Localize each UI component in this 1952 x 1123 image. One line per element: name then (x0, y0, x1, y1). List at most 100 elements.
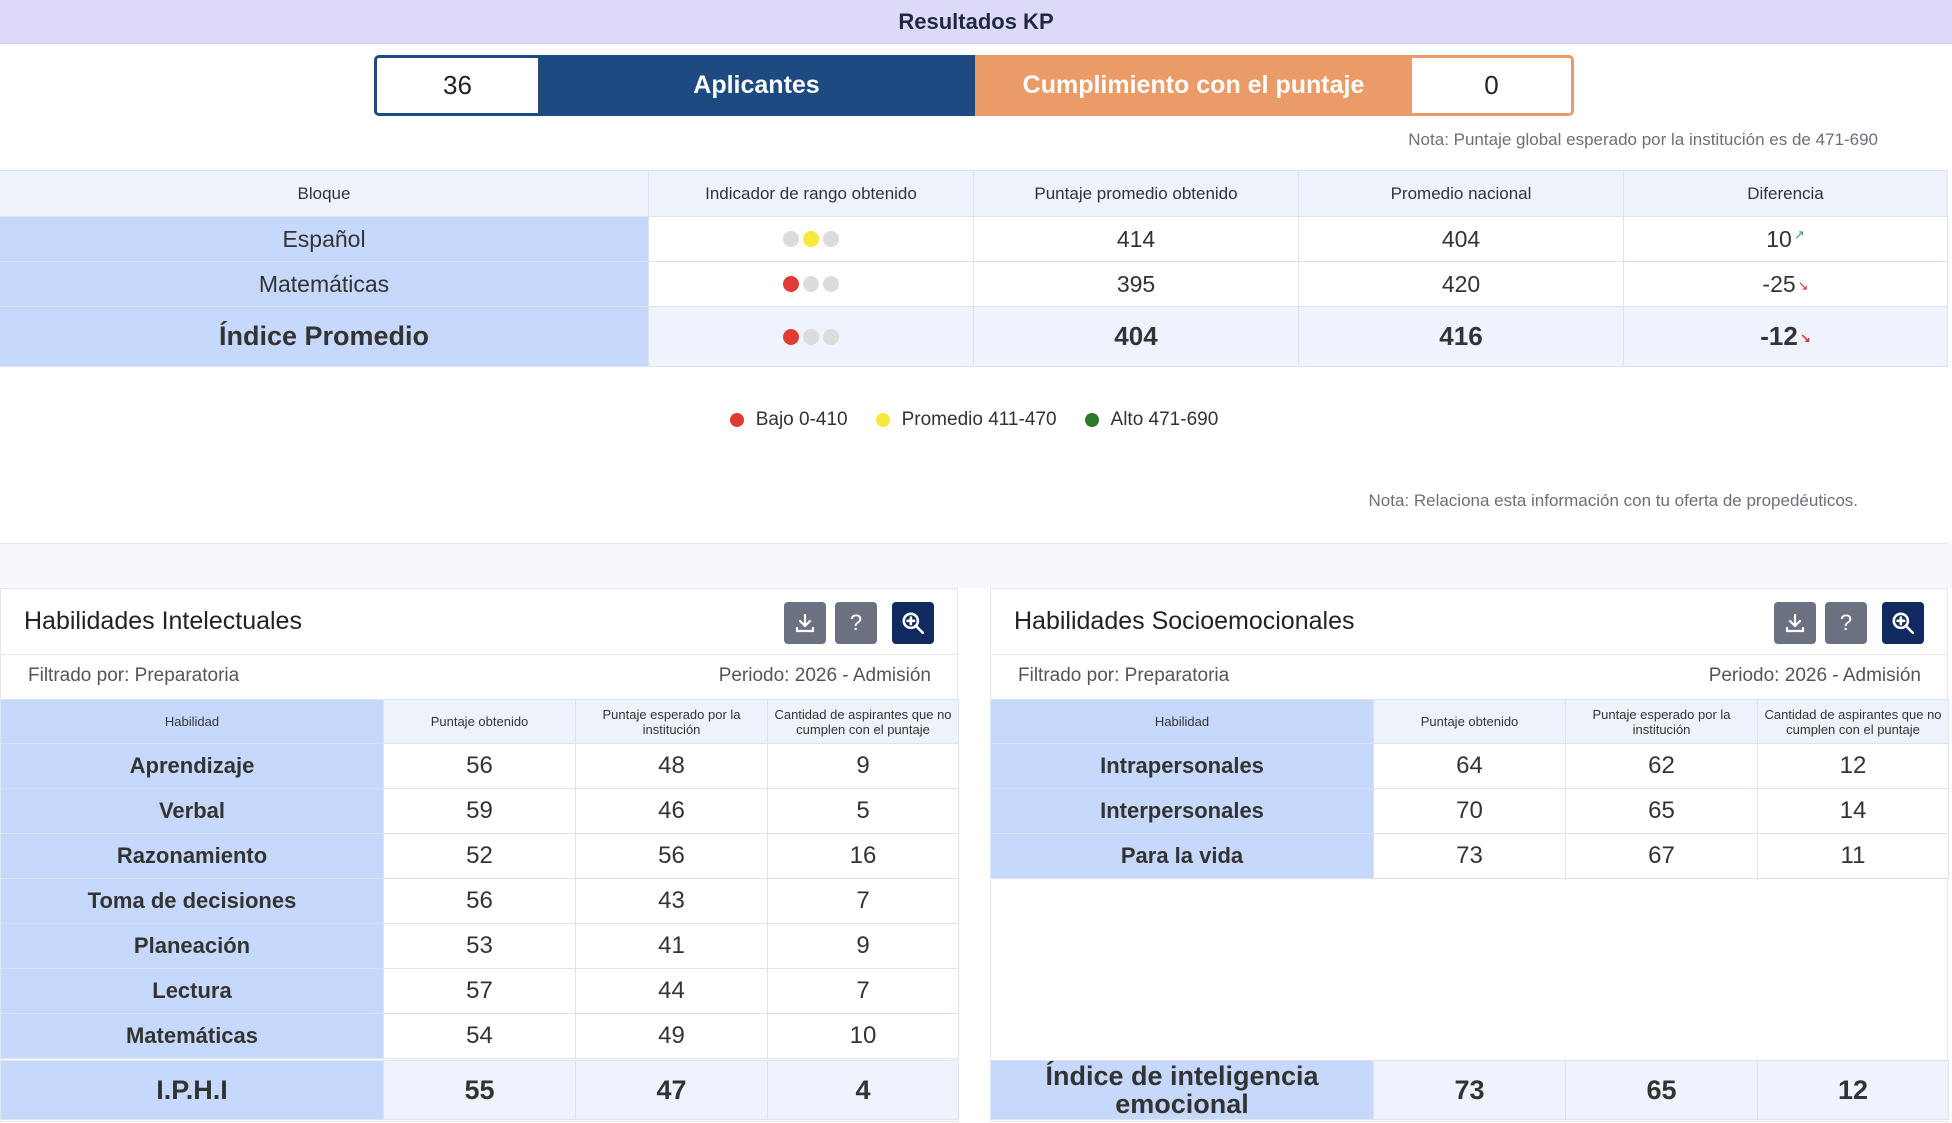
period-text: Periodo: 2026 - Admisión (719, 665, 931, 687)
zoom-button[interactable] (1882, 602, 1924, 644)
row-puntaje: 414 (974, 217, 1299, 262)
table-header: Cantidad de aspirantes que no cumplen co… (768, 699, 959, 744)
range-indicator (649, 217, 974, 262)
panel-gap (0, 544, 1952, 588)
period-value: 2026 - Admisión (1784, 665, 1921, 686)
filter-value: Preparatoria (1124, 665, 1230, 686)
compliance-count: 0 (1412, 55, 1574, 116)
download-button[interactable] (784, 602, 826, 644)
skill-value: 53 (384, 924, 576, 969)
range-indicator (649, 262, 974, 307)
yellow-dot-icon (875, 413, 890, 427)
table-header: Habilidad (1, 699, 384, 744)
skill-value: 56 (576, 834, 768, 879)
filter-text: Filtrado por: Preparatoria (1018, 665, 1229, 687)
table-header: Cantidad de aspirantes que no cumplen co… (1758, 699, 1949, 744)
skill-value: 56 (384, 744, 576, 789)
download-icon (795, 613, 815, 633)
row-puntaje: 395 (974, 262, 1299, 307)
skill-value: 57 (384, 969, 576, 1014)
row-indice-promedio: Índice Promedio (0, 307, 649, 367)
header-indicador: Indicador de rango obtenido (649, 170, 974, 217)
skill-value: 54 (384, 1014, 576, 1059)
results-table: Bloque Indicador de rango obtenido Punta… (0, 170, 1948, 367)
applicants-count: 36 (374, 55, 538, 116)
row-diferencia: -12 ↘ (1624, 307, 1948, 367)
legend-label: Alto 471-690 (1110, 409, 1219, 430)
download-icon (1785, 613, 1805, 633)
skill-value: 59 (384, 789, 576, 834)
compliance-label: Cumplimiento con el puntaje (975, 55, 1412, 116)
skill-value: 14 (1758, 789, 1949, 834)
skill-name: Intrapersonales (991, 744, 1374, 789)
skill-value: 7 (768, 879, 959, 924)
help-icon: ? (849, 610, 863, 635)
diferencia-value: 10 (1766, 225, 1792, 252)
skill-value: 70 (1374, 789, 1566, 834)
period-label: Periodo: (1708, 665, 1780, 686)
expected-score-note: Nota: Puntaje global esperado por la ins… (1408, 130, 1878, 149)
help-button[interactable]: ? (835, 602, 877, 644)
intellectual-skills-table: Habilidad Puntaje obtenido Puntaje esperad… (1, 699, 959, 1123)
applicants-label: Aplicantes (538, 55, 975, 116)
skill-name: Aprendizaje (1, 744, 384, 789)
row-diferencia: 10 ↗ (1624, 217, 1948, 262)
skill-name: Interpersonales (991, 789, 1374, 834)
row-puntaje: 404 (974, 307, 1299, 367)
skill-value: 16 (768, 834, 959, 879)
download-button[interactable] (1774, 602, 1816, 644)
summary-index-value: 73 (1374, 1060, 1566, 1120)
table-header: Habilidad (991, 699, 1374, 744)
skill-value: 62 (1566, 744, 1758, 789)
summary-bar: 36 Aplicantes Cumplimiento con el puntaj… (374, 55, 1574, 116)
zoom-button[interactable] (892, 602, 934, 644)
row-nacional: 404 (1299, 217, 1624, 262)
red-dot-icon (729, 413, 744, 427)
skill-value: 73 (1374, 834, 1566, 879)
skill-value: 64 (1374, 744, 1566, 789)
zoom-in-icon (1892, 612, 1915, 635)
table-header: Puntaje obtenido (1374, 699, 1566, 744)
row-bloque: Matemáticas (0, 262, 649, 307)
socioemotional-skills-panel: Habilidades Socioemocionales ? Filtrado … (990, 588, 1949, 1123)
skill-name: Razonamiento (1, 834, 384, 879)
divider (1, 654, 957, 655)
trend-down-icon: ↘ (1799, 330, 1811, 346)
diferencia-value: -12 (1760, 321, 1798, 351)
filter-text: Filtrado por: Preparatoria (28, 665, 239, 687)
skill-value: 12 (1758, 744, 1949, 789)
filter-value: Preparatoria (134, 665, 240, 686)
summary-index-value: 47 (576, 1060, 768, 1120)
skill-value: 9 (768, 924, 959, 969)
skill-value: 56 (384, 879, 576, 924)
page-title: Resultados KP (0, 0, 1952, 44)
skill-value: 52 (384, 834, 576, 879)
socioemotional-skills-table: Habilidad Puntaje obtenido Puntaje esperad… (991, 699, 1949, 1123)
intellectual-skills-panel: Habilidades Intelectuales ? Filtrado por… (0, 588, 959, 1123)
help-button[interactable]: ? (1825, 602, 1867, 644)
legend-item-alto: Alto 471-690 (1084, 409, 1219, 431)
header-diferencia: Diferencia (1624, 170, 1948, 217)
legend-label: Promedio 411-470 (901, 409, 1057, 430)
row-bloque: Español (0, 217, 649, 262)
summary-index-name: Índice de inteligencia emocional (991, 1060, 1374, 1120)
skill-value: 5 (768, 789, 959, 834)
skill-name: Para la vida (991, 834, 1374, 879)
header-nacional: Promedio nacional (1299, 170, 1624, 217)
legend-item-promedio: Promedio 411-470 (875, 409, 1057, 431)
diferencia-value: -25 (1762, 270, 1796, 297)
row-nacional: 416 (1299, 307, 1624, 367)
filter-label: Filtrado por: (28, 665, 130, 686)
skill-name: Toma de decisiones (1, 879, 384, 924)
skill-name: Lectura (1, 969, 384, 1014)
skill-value: 44 (576, 969, 768, 1014)
skill-value: 46 (576, 789, 768, 834)
panel-title: Habilidades Socioemocionales (1014, 607, 1355, 635)
skill-name: Planeación (1, 924, 384, 969)
skill-value: 43 (576, 879, 768, 924)
period-label: Periodo: (718, 665, 790, 686)
table-header: Puntaje obtenido (384, 699, 576, 744)
trend-down-icon: ↘ (1797, 278, 1809, 293)
legend-item-bajo: Bajo 0-410 (729, 409, 848, 431)
skill-value: 7 (768, 969, 959, 1014)
